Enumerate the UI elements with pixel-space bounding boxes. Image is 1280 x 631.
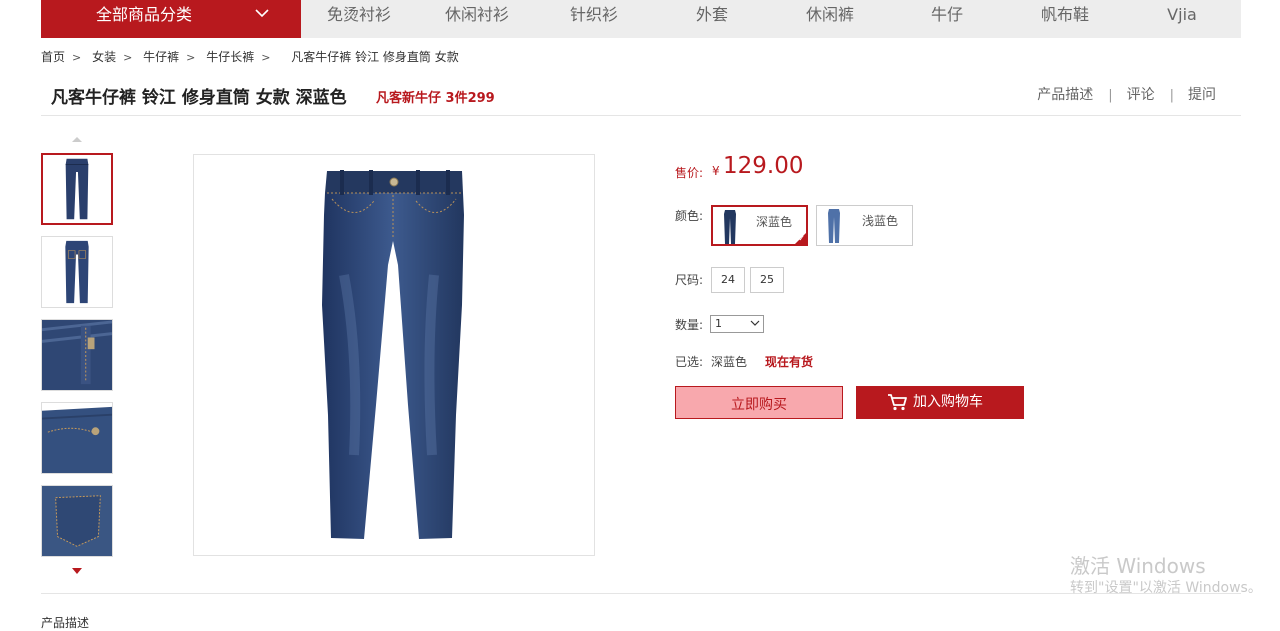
breadcrumb-separator-icon: > [186,51,196,64]
nav-item-休闲裤[interactable]: 休闲裤 [806,0,854,30]
breadcrumb-current: 凡客牛仔裤 铃江 修身直筒 女款 [291,50,459,64]
quantity-label: 数量: [675,318,704,332]
product-main-image[interactable] [193,154,595,556]
nav-item-牛仔[interactable]: 牛仔 [931,0,963,30]
color-option-light-blue[interactable]: 浅蓝色 [816,205,913,246]
size-option-25[interactable]: 25 [750,267,784,293]
breadcrumb-separator-icon: > [123,51,133,64]
thumbnail-scroll-down-icon[interactable] [72,568,82,574]
nav-item-免烫衬衫[interactable]: 免烫衬衫 [327,0,391,30]
top-nav: 全部商品分类 免烫衬衫 休闲衬衫 针织衫 外套 休闲裤 牛仔 帆布鞋 Vjia [41,0,1241,38]
thumbnail-pocket-detail[interactable] [41,402,113,474]
zipper-detail-icon [42,320,112,390]
divider [41,115,1241,116]
color-label: 颜色: [675,209,704,223]
windows-activation-hint: 转到"设置"以激活 Windows。 [1070,580,1262,596]
color-option-label: 深蓝色 [756,215,793,229]
cart-icon [888,394,907,411]
breadcrumb-separator-icon: > [261,51,271,64]
section-tabs: 产品描述 | 评论 | 提问 [1037,84,1216,104]
windows-activation-watermark: 激活 Windows [1070,554,1206,578]
quantity-value: 1 [715,317,722,330]
breadcrumb-link[interactable]: 牛仔长裤 [206,48,254,65]
buy-now-button[interactable]: 立即购买 [675,386,843,419]
color-option-dark-blue[interactable]: 深蓝色 ✓ [711,205,808,246]
selected-value: 深蓝色 [711,355,748,369]
thumbnail-front[interactable] [41,153,113,225]
tab-reviews[interactable]: 评论 [1127,87,1155,103]
dark-jeans-icon [724,210,736,244]
nav-item-休闲衬衫[interactable]: 休闲衬衫 [445,0,509,30]
all-categories-label: 全部商品分类 [96,5,193,24]
promo-link[interactable]: 凡客新牛仔 3件299 [376,87,495,106]
nav-item-帆布鞋[interactable]: 帆布鞋 [1041,0,1089,30]
tab-questions[interactable]: 提问 [1188,87,1216,103]
light-jeans-icon [828,209,840,243]
size-label: 尺码: [675,273,704,287]
all-categories-button[interactable]: 全部商品分类 [41,0,301,38]
jeans-front-icon [43,155,111,223]
quantity-select[interactable]: 1 [710,315,764,333]
jeans-image-icon [322,170,464,539]
back-pocket-icon [42,486,112,556]
tab-description[interactable]: 产品描述 [1037,87,1093,103]
breadcrumb-link[interactable]: 首页 [41,48,65,65]
thumbnail-scroll-up-icon[interactable] [72,137,82,142]
size-option-24[interactable]: 24 [711,267,745,293]
tab-divider: | [1169,88,1174,103]
price-value: 129.00 [723,153,804,179]
breadcrumb-link[interactable]: 牛仔裤 [143,48,179,65]
product-title: 凡客牛仔裤 铃江 修身直筒 女款 深蓝色 [51,88,347,108]
tab-divider: | [1108,88,1113,103]
add-to-cart-button[interactable]: 加入购物车 [856,386,1024,419]
stock-status: 现在有货 [765,355,814,369]
breadcrumb: 首页 > 女装 > 牛仔裤 > 牛仔长裤 > 凡客牛仔裤 铃江 修身直筒 女款 [41,48,459,65]
nav-item-针织衫[interactable]: 针织衫 [570,0,618,30]
thumbnail-back-pocket[interactable] [41,485,113,557]
chevron-down-icon [750,320,760,326]
divider [41,593,1241,594]
add-to-cart-label: 加入购物车 [913,394,983,410]
thumbnail-zipper-detail[interactable] [41,319,113,391]
currency-symbol: ¥ [712,164,720,178]
nav-item-vjia[interactable]: Vjia [1167,0,1197,30]
pocket-detail-icon [42,403,112,473]
selected-label: 已选: [675,355,704,369]
jeans-back-icon [42,237,112,307]
price-label: 售价: [675,166,704,180]
check-icon: ✓ [798,234,805,243]
breadcrumb-link[interactable]: 女装 [92,48,116,65]
chevron-down-icon [255,9,269,18]
color-option-label: 浅蓝色 [862,214,899,228]
nav-item-外套[interactable]: 外套 [696,0,728,30]
breadcrumb-separator-icon: > [72,51,82,64]
thumbnail-back[interactable] [41,236,113,308]
